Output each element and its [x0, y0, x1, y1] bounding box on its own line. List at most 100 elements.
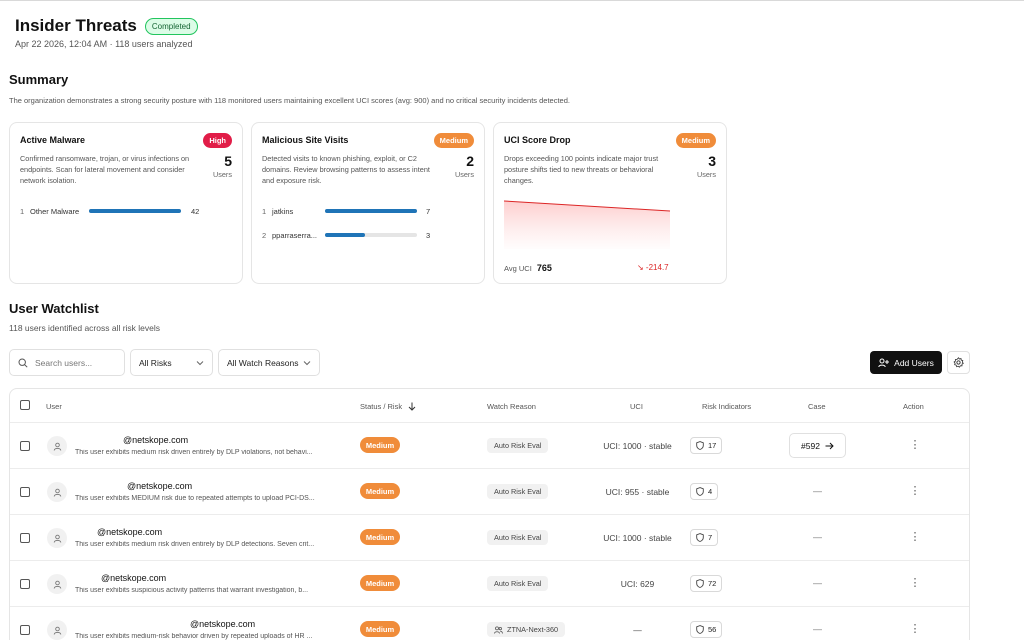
more-actions-icon[interactable]: ⋮ — [908, 531, 922, 543]
bar-value: 3 — [426, 231, 431, 240]
uci-value: UCI: 955 · stable — [605, 487, 670, 497]
column-watch-reason[interactable]: Watch Reason — [487, 402, 536, 411]
row-checkbox[interactable] — [20, 579, 30, 589]
risk-indicators-badge[interactable]: 17 — [690, 437, 723, 454]
search-box[interactable] — [9, 349, 125, 376]
case-link-button[interactable]: #592 — [789, 433, 846, 458]
watch-reason-value: All Watch Reasons — [227, 357, 299, 368]
row-checkbox[interactable] — [20, 625, 30, 635]
settings-button[interactable] — [947, 351, 970, 374]
avatar — [47, 620, 67, 640]
page-subtitle: Apr 22 2026, 12:04 AM · 118 users analyz… — [15, 39, 193, 49]
column-uci[interactable]: UCI — [630, 402, 643, 411]
row-checkbox[interactable] — [20, 487, 30, 497]
risk-badge: Medium — [675, 133, 716, 148]
shield-icon — [696, 533, 704, 542]
case-number: #592 — [801, 440, 820, 451]
summary-description: The organization demonstrates a strong s… — [9, 96, 570, 105]
table-header: User Status / Risk Watch Reason UCI Risk… — [10, 389, 969, 423]
card-active-malware[interactable]: Active Malware High Confirmed ransomware… — [9, 122, 243, 284]
uci-value: UCI: 1000 · stable — [603, 533, 672, 543]
bar-row[interactable]: 2 pparraserra... — [262, 231, 317, 240]
more-actions-icon[interactable]: ⋮ — [908, 439, 922, 451]
risk-filter-dropdown[interactable]: All Risks — [130, 349, 213, 376]
bar-track — [325, 233, 417, 237]
bar-index: 2 — [262, 231, 267, 240]
column-risk-indicators[interactable]: Risk Indicators — [702, 402, 751, 411]
more-actions-icon[interactable]: ⋮ — [908, 485, 922, 497]
sort-arrow-down-icon — [408, 402, 416, 411]
user-icon — [53, 626, 61, 635]
avatar — [47, 482, 67, 502]
card-malicious-site-visits[interactable]: Malicious Site Visits Medium Detected vi… — [251, 122, 485, 284]
user-email[interactable]: @netskope.com — [123, 435, 188, 445]
risk-indicators-count: 7 — [708, 533, 713, 542]
users-group-icon — [494, 626, 503, 634]
user-icon — [53, 442, 61, 451]
add-users-button[interactable]: Add Users — [870, 351, 942, 374]
user-email[interactable]: @netskope.com — [127, 481, 192, 491]
risk-indicators-badge[interactable]: 72 — [690, 575, 723, 592]
column-status[interactable]: Status / Risk — [360, 402, 416, 411]
bar-label: Other Malware — [30, 207, 80, 216]
table-row[interactable]: @netskope.com This user exhibits medium-… — [10, 607, 969, 640]
status-badge: Medium — [360, 529, 400, 545]
more-actions-icon[interactable]: ⋮ — [908, 577, 922, 589]
risk-indicators-count: 72 — [708, 579, 717, 588]
search-input[interactable] — [35, 357, 119, 368]
risk-indicators-badge[interactable]: 7 — [690, 529, 719, 546]
avg-uci: Avg UCI 765 — [504, 263, 552, 273]
watch-reason-label: Auto Risk Eval — [494, 533, 542, 542]
top-divider — [0, 0, 1024, 1]
bar-fill — [89, 209, 181, 213]
table-row[interactable]: @netskope.com This user exhibits medium … — [10, 423, 969, 469]
case-empty: — — [813, 578, 822, 588]
card-description: Confirmed ransomware, trojan, or virus i… — [20, 154, 190, 185]
bar-row[interactable]: 1 jatkins — [262, 207, 293, 216]
user-email[interactable]: @netskope.com — [190, 619, 255, 629]
card-title: UCI Score Drop — [504, 135, 571, 145]
column-action: Action — [903, 402, 924, 411]
risk-indicators-badge[interactable]: 4 — [690, 483, 719, 500]
status-badge: Medium — [360, 437, 400, 453]
row-checkbox[interactable] — [20, 441, 30, 451]
bar-value: 7 — [426, 207, 431, 216]
chevron-down-icon — [196, 361, 204, 366]
table-row[interactable]: @netskope.com This user exhibits suspici… — [10, 561, 969, 607]
bar-row[interactable]: 1 Other Malware — [20, 207, 79, 216]
risk-indicators-badge[interactable]: 56 — [690, 621, 723, 638]
risk-filter-value: All Risks — [139, 357, 172, 368]
page-header: Insider Threats Completed — [15, 16, 198, 36]
shield-icon — [696, 579, 704, 588]
watch-reason-label: Auto Risk Eval — [494, 487, 542, 496]
status-badge: Medium — [360, 621, 400, 637]
uci-delta: ↘ -214.7 — [637, 263, 669, 272]
row-checkbox[interactable] — [20, 533, 30, 543]
column-user[interactable]: User — [46, 402, 62, 411]
risk-indicators-count: 17 — [708, 441, 717, 450]
arrow-right-icon — [825, 442, 834, 449]
case-empty: — — [813, 532, 822, 542]
select-all-checkbox[interactable] — [20, 400, 30, 410]
table-row[interactable]: @netskope.com This user exhibits MEDIUM … — [10, 469, 969, 515]
watchlist-table: User Status / Risk Watch Reason UCI Risk… — [9, 388, 970, 640]
table-row[interactable]: @netskope.com This user exhibits medium … — [10, 515, 969, 561]
more-actions-icon[interactable]: ⋮ — [908, 623, 922, 635]
column-case[interactable]: Case — [808, 402, 826, 411]
user-email[interactable]: @netskope.com — [101, 573, 166, 583]
add-user-icon — [878, 358, 890, 367]
card-title: Active Malware — [20, 135, 86, 145]
watch-reason-tag: Auto Risk Eval — [487, 484, 549, 499]
watch-reason-label: Auto Risk Eval — [494, 579, 542, 588]
watch-reason-dropdown[interactable]: All Watch Reasons — [218, 349, 320, 376]
user-icon — [53, 580, 61, 589]
card-count-label: Users — [454, 170, 474, 179]
watch-reason-tag: Auto Risk Eval — [487, 530, 549, 545]
bar-index: 1 — [262, 207, 267, 216]
watch-reason-tag: ZTNA-Next-360 — [487, 622, 566, 637]
user-email[interactable]: @netskope.com — [97, 527, 162, 537]
user-icon — [53, 488, 61, 497]
card-uci-score-drop[interactable]: UCI Score Drop Medium Drops exceeding 10… — [493, 122, 727, 284]
status-badge: Medium — [360, 483, 400, 499]
column-status-label: Status / Risk — [360, 402, 403, 411]
